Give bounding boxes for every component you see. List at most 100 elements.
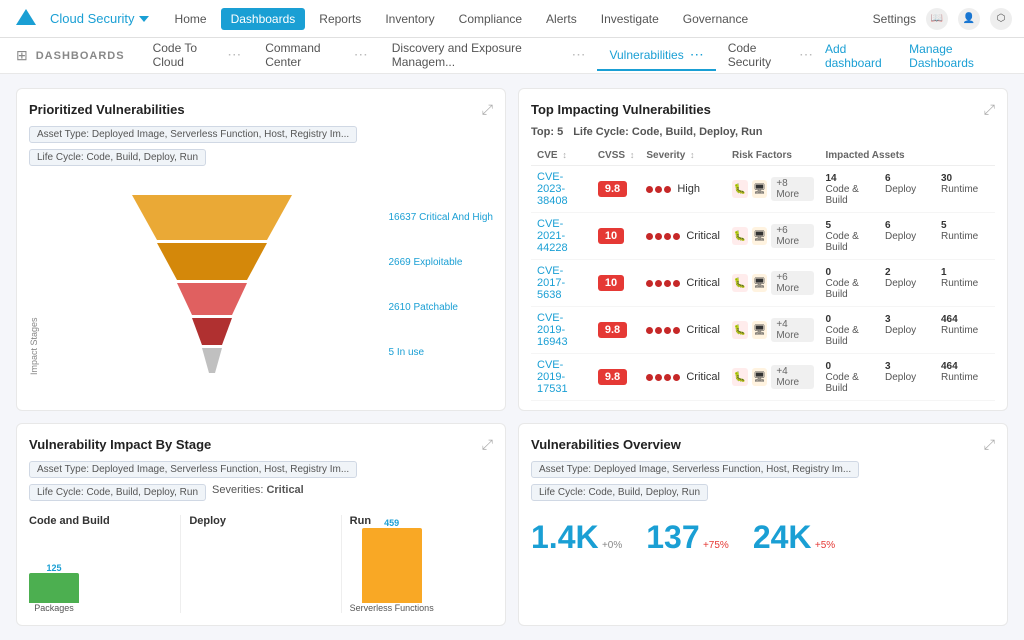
funnel-container: Impact Stages 16637 Critical And — [29, 172, 493, 398]
asset-item: 0Code & Build — [826, 314, 878, 347]
manage-dashboards-button[interactable]: Manage Dashboards — [909, 42, 1008, 70]
asset-label: Code & Build — [826, 184, 878, 206]
bug-icon: 🐛 — [732, 274, 748, 292]
more-badge-3[interactable]: +4 More — [771, 318, 813, 342]
dashboard-icon: ⊞ — [16, 47, 28, 64]
col-cve[interactable]: CVE ↕ — [531, 146, 592, 166]
add-dashboard-button[interactable]: Add dashboard — [825, 42, 897, 70]
notifications-icon[interactable]: 📖 — [926, 8, 948, 30]
nav-compliance[interactable]: Compliance — [449, 8, 532, 30]
impact-lifecycle-filter[interactable]: Life Cycle: Code, Build, Deploy, Run — [29, 484, 206, 501]
brand-menu[interactable]: Cloud Security — [50, 11, 149, 26]
impacted-assets-0: 14Code & Build6Deploy30Runtime — [826, 173, 990, 206]
tab-vulnerabilities[interactable]: Vulnerabilities ⋯ — [597, 40, 715, 71]
nav-investigate[interactable]: Investigate — [591, 8, 669, 30]
expand-icon-overview[interactable]: ⤢ — [984, 436, 995, 453]
overview-card: Vulnerabilities Overview ⤢ Asset Type: D… — [518, 423, 1008, 626]
asset-label: Runtime — [941, 184, 989, 195]
severity-dot — [646, 374, 653, 381]
nav-home[interactable]: Home — [165, 8, 217, 30]
stat-137-value: 137 — [646, 519, 699, 555]
asset-count: 3 — [885, 314, 931, 325]
col-severity[interactable]: Severity ↕ — [640, 146, 726, 166]
funnel-label-critical[interactable]: 16637 Critical And High — [388, 212, 493, 223]
nav-governance[interactable]: Governance — [673, 8, 758, 30]
col-cvss[interactable]: CVSS ↕ — [592, 146, 641, 166]
asset-item: 30Runtime — [941, 173, 989, 206]
stat-14k: 1.4K +0% — [531, 519, 622, 556]
more-badge-0[interactable]: +8 More — [771, 177, 813, 201]
funnel-label-exploitable[interactable]: 2669 Exploitable — [388, 257, 493, 268]
funnel-label-inuse[interactable]: 5 In use — [388, 347, 493, 358]
overview-lifecycle-filter[interactable]: Life Cycle: Code, Build, Deploy, Run — [531, 484, 708, 501]
severity-4: Critical — [646, 371, 720, 383]
overview-asset-filter[interactable]: Asset Type: Deployed Image, Serverless F… — [531, 461, 859, 478]
bar-serverless-bar — [362, 528, 422, 603]
card-header-impact: Vulnerability Impact By Stage ⤢ — [29, 436, 493, 453]
asset-item: 0Code & Build — [826, 361, 878, 394]
asset-count: 6 — [885, 173, 931, 184]
tab-menu-dots-3[interactable]: ⋯ — [571, 46, 585, 63]
bar-serverless-label: Serverless Functions — [350, 603, 434, 613]
cve-link-4[interactable]: CVE-2019-17531 — [537, 359, 568, 395]
more-badge-2[interactable]: +6 More — [771, 271, 813, 295]
impact-stages-label: Impact Stages — [29, 195, 39, 375]
asset-item: 3Deploy — [885, 314, 933, 347]
risk-factors-3: 🐛🖥+4 More — [732, 318, 814, 342]
top-n-label: Top: 5 — [531, 126, 563, 138]
settings-link[interactable]: Settings — [873, 12, 916, 26]
severity-label-1: Critical — [686, 230, 720, 242]
bar-packages-label: Packages — [34, 603, 74, 613]
severity-dot — [646, 280, 653, 287]
app-logo — [12, 5, 40, 33]
bug-icon: 🐛 — [732, 368, 748, 386]
nav-alerts[interactable]: Alerts — [536, 8, 587, 30]
impact-asset-filter[interactable]: Asset Type: Deployed Image, Serverless F… — [29, 461, 357, 478]
asset-label: Code & Build — [826, 325, 878, 347]
bar-chart: Code and Build 125 Packages Deploy R — [29, 515, 493, 613]
lifecycle-filter-tag[interactable]: Life Cycle: Code, Build, Deploy, Run — [29, 149, 206, 166]
expand-icon-impact[interactable]: ⤢ — [482, 436, 493, 453]
asset-count: 1 — [941, 267, 987, 278]
bar-group-deploy: Deploy — [181, 515, 341, 613]
bar-group-run: Run 459 Serverless Functions — [342, 515, 493, 613]
bar-serverless-value: 459 — [384, 518, 399, 528]
help-icon[interactable]: ⬡ — [990, 8, 1012, 30]
cve-link-1[interactable]: CVE-2021-44228 — [537, 218, 568, 254]
bug-icon: 🐛 — [732, 321, 748, 339]
stat-137-delta: +75% — [703, 540, 729, 551]
nav-inventory[interactable]: Inventory — [375, 8, 444, 30]
funnel-svg — [43, 185, 380, 385]
asset-count: 0 — [826, 267, 876, 278]
more-badge-1[interactable]: +6 More — [771, 224, 813, 248]
asset-label: Deploy — [885, 184, 933, 195]
more-badge-4[interactable]: +4 More — [771, 365, 813, 389]
funnel-label-patchable[interactable]: 2610 Patchable — [388, 302, 493, 313]
tab-menu-dots[interactable]: ⋯ — [227, 46, 241, 63]
cve-link-0[interactable]: CVE-2023-38408 — [537, 171, 568, 207]
expand-icon-prioritized[interactable]: ⤢ — [482, 101, 493, 118]
tab-menu-dots-4[interactable]: ⋯ — [690, 46, 704, 63]
nav-reports[interactable]: Reports — [309, 8, 371, 30]
bug-icon: 🐛 — [732, 227, 748, 245]
tab-menu-dots-2[interactable]: ⋯ — [354, 46, 368, 63]
asset-label: Runtime — [941, 372, 989, 383]
top-filter-bar: Top: 5 Life Cycle: Code, Build, Deploy, … — [531, 126, 995, 138]
col-risk-factors: Risk Factors — [726, 146, 820, 166]
stat-24k: 24K +5% — [753, 519, 835, 556]
tab-discovery[interactable]: Discovery and Exposure Managem... ⋯ — [380, 35, 598, 77]
table-row: CVE-2021-4422810Critical🐛🖥+6 More5Code &… — [531, 213, 995, 260]
asset-filter-tag[interactable]: Asset Type: Deployed Image, Serverless F… — [29, 126, 357, 143]
tab-menu-dots-5[interactable]: ⋯ — [799, 46, 813, 63]
cve-link-2[interactable]: CVE-2017-5638 — [537, 265, 565, 301]
cve-link-3[interactable]: CVE-2019-16943 — [537, 312, 568, 348]
expand-icon-top[interactable]: ⤢ — [984, 101, 995, 118]
user-avatar[interactable]: 👤 — [958, 8, 980, 30]
impact-filters: Asset Type: Deployed Image, Serverless F… — [29, 461, 493, 501]
col-impacted-assets: Impacted Assets — [820, 146, 996, 166]
tab-code-security[interactable]: Code Security ⋯ — [716, 35, 825, 77]
nav-dashboards[interactable]: Dashboards — [221, 8, 306, 30]
tab-command-center[interactable]: Command Center ⋯ — [253, 35, 380, 77]
overview-stats: 1.4K +0% 137 +75% 24K +5% — [531, 519, 995, 556]
tab-code-to-cloud[interactable]: Code To Cloud ⋯ — [141, 35, 254, 77]
